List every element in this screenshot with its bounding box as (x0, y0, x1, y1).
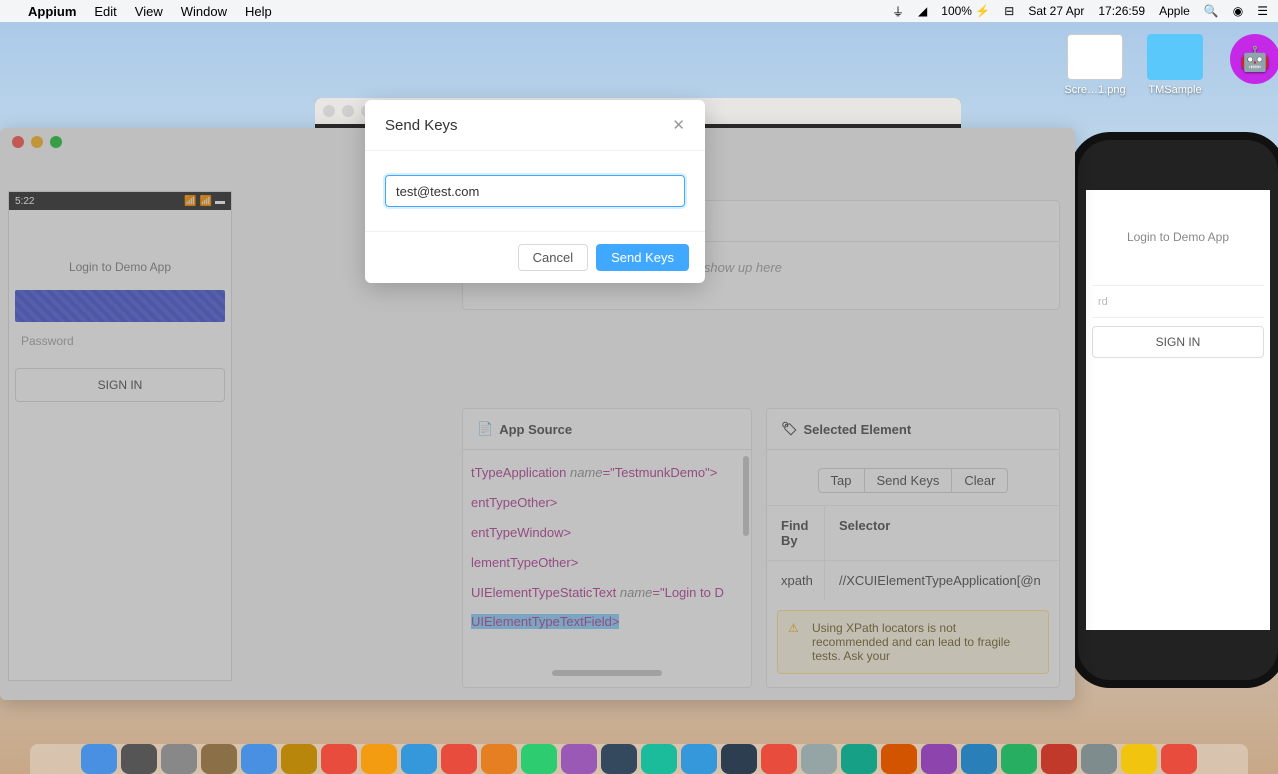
dock-app[interactable] (1041, 744, 1077, 774)
dock-app[interactable] (1121, 744, 1157, 774)
clear-button[interactable]: Clear (951, 468, 1008, 493)
cancel-button[interactable]: Cancel (518, 244, 588, 271)
dock-app[interactable] (841, 744, 877, 774)
menu-edit[interactable]: Edit (94, 4, 116, 19)
ios-simulator-window: Login to Demo App rd SIGN IN (1078, 140, 1278, 680)
dock-app[interactable] (881, 744, 917, 774)
dock-app[interactable] (721, 744, 757, 774)
vertical-scrollbar[interactable] (743, 456, 749, 576)
dock-app[interactable] (761, 744, 797, 774)
modal-title: Send Keys (385, 117, 458, 134)
dock-app[interactable] (201, 744, 237, 774)
selector-value: //XCUIElementTypeApplication[@n (825, 561, 1059, 600)
app-source-title: App Source (499, 422, 572, 437)
menubar-time[interactable]: 17:26:59 (1098, 4, 1145, 18)
preview-password-field[interactable]: Password (15, 328, 225, 358)
source-tree-node-selected[interactable]: UIElementTypeTextField> (463, 607, 751, 637)
device-screenshot-preview[interactable]: 5:22 📶📶▬ Login to Demo App Password SIGN… (8, 191, 232, 681)
wifi-icon[interactable]: ⏚ (892, 3, 904, 20)
modal-close-icon[interactable]: ✕ (672, 116, 685, 134)
dock-app[interactable] (361, 744, 397, 774)
battery-icon: ▬ (215, 196, 225, 207)
dock-app[interactable] (281, 744, 317, 774)
dock-app-chrome[interactable] (321, 744, 357, 774)
source-icon: 📄 (477, 421, 493, 437)
dock-app[interactable] (681, 744, 717, 774)
dock-app[interactable] (921, 744, 957, 774)
notification-center-icon[interactable]: ☰ (1257, 4, 1268, 18)
menubar-date[interactable]: Sat 27 Apr (1028, 4, 1084, 18)
battery-status[interactable]: 100% ⚡ (941, 4, 990, 18)
siri-icon[interactable]: ◉ (1233, 4, 1243, 18)
dock-app[interactable] (161, 744, 197, 774)
desktop-folder-tmsample[interactable]: TMSample (1136, 34, 1214, 96)
send-keys-button[interactable]: Send Keys (864, 468, 953, 493)
findby-value: xpath (767, 561, 825, 600)
menu-app-name[interactable]: Appium (28, 4, 76, 19)
dock-app[interactable] (121, 744, 157, 774)
dock-app[interactable] (521, 744, 557, 774)
signal-icon: 📶 (184, 196, 196, 207)
source-tree-node[interactable]: entTypeOther> (463, 488, 751, 518)
sim-signin-button[interactable]: SIGN IN (1092, 326, 1264, 358)
findby-header: Find By (767, 506, 825, 560)
spotlight-icon[interactable]: 🔍 (1204, 4, 1219, 18)
wifi-icon: 📶 (200, 196, 212, 207)
menubar-user[interactable]: Apple (1159, 4, 1190, 18)
sim-password-field[interactable]: rd (1092, 290, 1264, 318)
png-file-icon (1067, 34, 1123, 80)
preview-time: 5:22 (15, 196, 34, 207)
android-icon: 🤖 (1230, 34, 1278, 84)
selector-header: Selector (825, 506, 1059, 560)
dock-app[interactable] (1081, 744, 1117, 774)
source-tree-node[interactable]: tTypeApplication name="TestmunkDemo"> (463, 458, 751, 488)
source-tree-node[interactable]: lementTypeOther> (463, 548, 751, 578)
horizontal-scrollbar[interactable] (552, 670, 662, 676)
sim-email-field[interactable] (1092, 258, 1264, 286)
menu-help[interactable]: Help (245, 4, 272, 19)
desktop-label: TMSample (1148, 84, 1201, 96)
tag-icon: 🏷 (781, 421, 798, 437)
macos-menubar: Appium Edit View Window Help ⏚ ◢ 100% ⚡ … (0, 0, 1278, 22)
volume-icon[interactable]: ◢ (918, 4, 927, 18)
preview-app-title: Login to Demo App (15, 260, 225, 274)
dock-app[interactable] (601, 744, 637, 774)
control-center-icon[interactable]: ⊟ (1004, 4, 1014, 18)
window-maximize-icon[interactable] (50, 136, 62, 148)
source-tree-node[interactable]: UIElementTypeStaticText name="Login to D (463, 578, 751, 608)
window-close-icon[interactable] (12, 136, 24, 148)
folder-icon (1147, 34, 1203, 80)
preview-signin-button[interactable]: SIGN IN (15, 368, 225, 402)
dock-app[interactable] (481, 744, 517, 774)
send-keys-modal: Send Keys ✕ Cancel Send Keys (365, 100, 705, 283)
dock-app[interactable] (401, 744, 437, 774)
sim-app-title: Login to Demo App (1086, 190, 1270, 254)
dock-app[interactable] (961, 744, 997, 774)
dock-app-calendar[interactable] (441, 744, 477, 774)
menu-window[interactable]: Window (181, 4, 227, 19)
selected-element-title: Selected Element (804, 422, 912, 437)
selected-element-panel: 🏷 Selected Element Tap Send Keys Clear Fi… (766, 408, 1060, 688)
desktop-android-icon[interactable]: 🤖 (1216, 34, 1278, 88)
window-minimize-icon[interactable] (31, 136, 43, 148)
desktop-file-screenshot1[interactable]: Scre…1.png (1056, 34, 1134, 96)
source-tree-node[interactable]: entTypeWindow> (463, 518, 751, 548)
dock-app[interactable] (1001, 744, 1037, 774)
dock-app-safari[interactable] (241, 744, 277, 774)
send-keys-submit-button[interactable]: Send Keys (596, 244, 689, 271)
dock-app[interactable] (561, 744, 597, 774)
tap-button[interactable]: Tap (818, 468, 865, 493)
xpath-warning: Using XPath locators is not recommended … (777, 610, 1049, 674)
menu-view[interactable]: View (135, 4, 163, 19)
desktop-label: Scre…1.png (1064, 84, 1125, 96)
dock-app[interactable] (801, 744, 837, 774)
dock-app[interactable] (1161, 744, 1197, 774)
macos-dock (30, 744, 1248, 774)
dock-app[interactable] (641, 744, 677, 774)
send-keys-input[interactable] (385, 175, 685, 207)
preview-email-field-selected[interactable] (15, 290, 225, 322)
dock-app-finder[interactable] (81, 744, 117, 774)
app-source-panel: 📄 App Source tTypeApplication name="Testm… (462, 408, 752, 688)
